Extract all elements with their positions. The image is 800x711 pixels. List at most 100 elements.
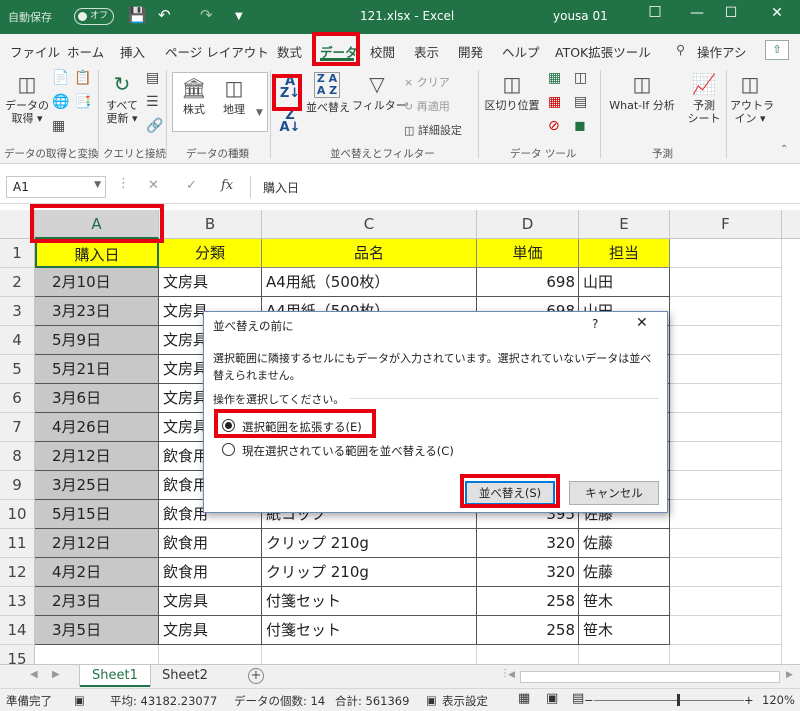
cell-e[interactable]: 笹木 — [579, 587, 670, 616]
get-data-button[interactable]: ◫ データの 取得 ▾ — [4, 72, 50, 125]
row-header[interactable]: 6 — [0, 384, 35, 413]
cell-d[interactable]: 258 — [477, 587, 579, 616]
cell-f[interactable] — [670, 500, 782, 529]
sort-confirm-button[interactable]: 並べ替え(S) — [465, 481, 555, 505]
tab-home[interactable]: ホーム — [67, 42, 104, 61]
zoom-slider[interactable] — [594, 700, 744, 701]
select-all-corner[interactable] — [0, 210, 35, 239]
row-header[interactable]: 11 — [0, 529, 35, 558]
user-name[interactable]: yousa 01 — [553, 9, 608, 23]
cell-a[interactable]: 2月10日 — [35, 268, 159, 297]
gallery-more-icon[interactable]: ▼ — [256, 108, 263, 118]
cell-b[interactable]: 飲食用 — [159, 558, 262, 587]
cell-b1[interactable]: 分類 — [159, 239, 262, 268]
cell-d[interactable] — [477, 645, 579, 664]
stocks-button[interactable]: 🏛 株式 — [176, 76, 212, 116]
cell-a1-active[interactable]: 購入日 — [35, 239, 159, 268]
share-icon[interactable]: ⇧ — [765, 40, 789, 60]
row-header[interactable]: 1 — [0, 239, 35, 268]
cancel-button[interactable]: キャンセル — [569, 481, 659, 505]
queries-connections-icon[interactable]: ▤ — [146, 70, 159, 86]
redo-icon[interactable]: ↷ — [200, 6, 213, 24]
filter-button[interactable]: ▽ フィルター — [352, 72, 407, 112]
cell-a[interactable]: 3月6日 — [35, 384, 159, 413]
cell-f[interactable] — [670, 268, 782, 297]
row-header[interactable]: 2 — [0, 268, 35, 297]
minimize-icon[interactable]: — — [682, 5, 712, 21]
advanced-filter-button[interactable]: ◫ 詳細設定 — [404, 122, 462, 138]
tab-developer[interactable]: 開発 — [458, 42, 483, 61]
cell-c[interactable]: A4用紙（500枚） — [262, 268, 477, 297]
cell-d[interactable]: 320 — [477, 529, 579, 558]
cancel-entry-icon[interactable]: ✕ — [148, 178, 159, 193]
cell-e[interactable]: 佐藤 — [579, 529, 670, 558]
properties-icon[interactable]: ☰ — [146, 94, 159, 110]
tab-page-layout[interactable]: ページ レイアウト — [165, 42, 269, 61]
zoom-level[interactable]: 120% — [762, 693, 795, 707]
formula-input[interactable]: 購入日 — [250, 176, 796, 198]
cell-a[interactable]: 2月3日 — [35, 587, 159, 616]
from-table-icon[interactable]: ▦ — [52, 118, 65, 134]
scroll-left-icon[interactable]: ◀ — [508, 670, 515, 680]
tab-help[interactable]: ヘルプ — [502, 42, 540, 61]
cell-f[interactable] — [670, 355, 782, 384]
cell-c[interactable]: 付箋セット — [262, 587, 477, 616]
page-layout-view-icon[interactable]: ▣ — [546, 691, 558, 706]
row-header[interactable]: 5 — [0, 355, 35, 384]
cell-a[interactable] — [35, 645, 159, 664]
tab-file[interactable]: ファイル — [10, 42, 60, 61]
close-window-icon[interactable]: ✕ — [762, 5, 792, 21]
forecast-sheet-button[interactable]: 📈 予測 シート — [684, 72, 724, 125]
row-header[interactable]: 9 — [0, 471, 35, 500]
tell-me-search[interactable]: 操作アシ — [697, 42, 747, 61]
sort-descending-icon[interactable]: Z A↓ — [279, 109, 301, 136]
cell-b[interactable] — [159, 645, 262, 664]
cell-a[interactable]: 2月12日 — [35, 529, 159, 558]
cell-a[interactable]: 3月25日 — [35, 471, 159, 500]
cell-f[interactable] — [670, 326, 782, 355]
sort-ascending-icon[interactable]: A Z↓ — [279, 75, 301, 102]
cell-c[interactable]: クリップ 210g — [262, 529, 477, 558]
sort-button[interactable]: Z AA Z 並べ替え — [306, 72, 350, 114]
row-header[interactable]: 12 — [0, 558, 35, 587]
row-header[interactable]: 7 — [0, 413, 35, 442]
from-web-icon[interactable]: 🌐 — [52, 94, 69, 110]
cell-f[interactable] — [670, 442, 782, 471]
sheet-tab-sheet1[interactable]: Sheet1 — [80, 665, 150, 687]
current-selection-radio[interactable]: 現在選択されている範囲を並べ替える(C) — [222, 442, 622, 458]
cell-d1[interactable]: 単価 — [477, 239, 579, 268]
tab-formulas[interactable]: 数式 — [277, 42, 302, 61]
cell-f1[interactable] — [670, 239, 782, 268]
cell-f[interactable] — [670, 587, 782, 616]
cell-a[interactable]: 5月15日 — [35, 500, 159, 529]
zoom-in-icon[interactable]: + — [744, 693, 754, 707]
help-icon[interactable]: ? — [592, 317, 598, 331]
search-icon[interactable]: ⚲ — [676, 42, 685, 57]
collapse-ribbon-icon[interactable]: ⌃ — [780, 144, 788, 155]
save-icon[interactable]: 💾 — [128, 6, 147, 24]
expand-selection-radio[interactable]: 選択範囲を拡張する(E) — [222, 418, 622, 434]
cell-c[interactable]: クリップ 210g — [262, 558, 477, 587]
prev-sheet-icon[interactable]: ◀ — [30, 669, 38, 680]
sheet-tab-sheet2[interactable]: Sheet2 — [150, 665, 220, 687]
ribbon-display-icon[interactable]: □ — [640, 3, 670, 19]
cell-b[interactable]: 文房具 — [159, 587, 262, 616]
cell-a[interactable]: 5月21日 — [35, 355, 159, 384]
remove-duplicates-icon[interactable]: ▦ — [548, 94, 561, 110]
cell-a[interactable]: 4月2日 — [35, 558, 159, 587]
cell-a[interactable]: 3月5日 — [35, 616, 159, 645]
cell-c[interactable]: 付箋セット — [262, 616, 477, 645]
scroll-right-icon[interactable]: ▶ — [786, 670, 793, 680]
maximize-icon[interactable]: ☐ — [716, 5, 746, 21]
cell-f[interactable] — [670, 297, 782, 326]
autosave-toggle[interactable]: オフ — [74, 8, 114, 25]
data-validation-icon[interactable]: ⊘ — [548, 118, 560, 134]
page-break-view-icon[interactable]: ▤ — [572, 691, 584, 706]
insert-function-icon[interactable]: fx — [221, 178, 233, 193]
customize-qat-icon[interactable]: ▼ — [235, 11, 243, 22]
cell-c1[interactable]: 品名 — [262, 239, 477, 268]
horizontal-scrollbar[interactable] — [520, 671, 780, 683]
row-header[interactable]: 15 — [0, 645, 35, 664]
cell-f[interactable] — [670, 384, 782, 413]
cell-f[interactable] — [670, 616, 782, 645]
